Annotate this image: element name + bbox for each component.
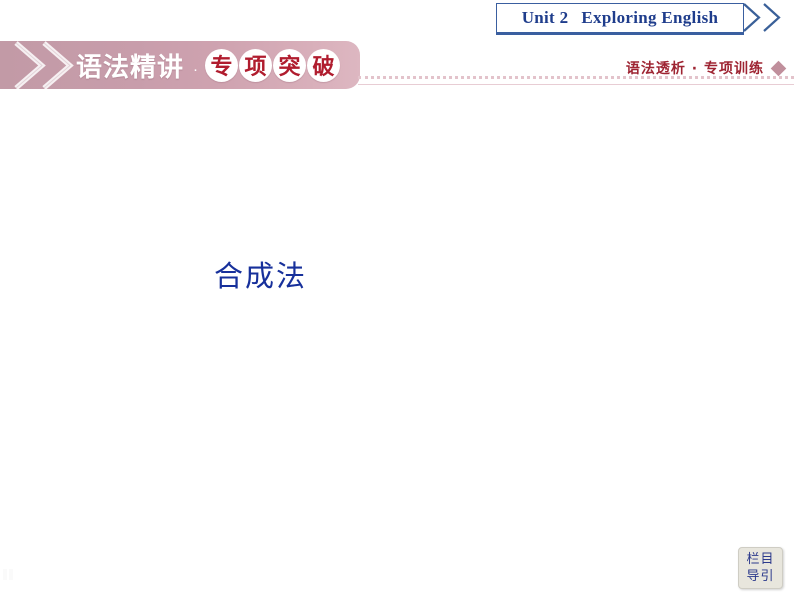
section-banner: 语法精讲 · 专 项 突 破 <box>0 41 360 90</box>
slide-content-area: 合成法 <box>0 95 794 535</box>
content-heading: 合成法 <box>214 259 308 293</box>
section-banner-text: 语法精讲 · 专 项 突 破 <box>76 41 341 89</box>
banner-circled-char: 突 <box>273 48 307 82</box>
unit-number-label: Unit 2 <box>521 8 569 27</box>
banner-solid-rule <box>358 84 794 85</box>
unit-title-label: Exploring English <box>581 8 719 27</box>
nav-button-line1: 栏目 <box>746 552 775 567</box>
banner-dashed-rule <box>358 76 794 79</box>
banner-circled-char: 专 <box>205 48 239 82</box>
banner-circled-char: 破 <box>307 48 341 82</box>
unit-header-underline <box>496 33 744 35</box>
banner-circled-group: 专 项 突 破 <box>205 48 341 82</box>
corner-decoration <box>2 568 16 584</box>
diamond-icon <box>770 60 787 76</box>
nav-button-line2: 导引 <box>746 569 775 584</box>
banner-white-label: 语法精讲 <box>76 52 185 83</box>
chevron-right-icon <box>762 2 788 33</box>
section-nav-button[interactable]: 栏目 导引 <box>738 547 783 589</box>
banner-subtitle-label: 语法透析 · 专项训练 <box>625 61 764 77</box>
banner-subtitle: 语法透析 · 专项训练 <box>625 58 787 78</box>
unit-header-box: Unit 2 Exploring English <box>496 3 744 33</box>
banner-circled-char: 项 <box>239 48 273 82</box>
page-title: Unit 2 Exploring English <box>522 8 719 28</box>
banner-separator: · <box>193 60 199 78</box>
